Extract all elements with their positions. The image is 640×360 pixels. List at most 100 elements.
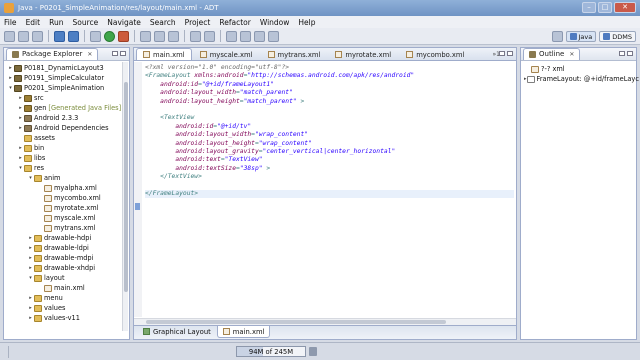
- tree-item[interactable]: ▸ drawable-xhdpi: [4, 263, 129, 273]
- expand-icon[interactable]: ▸: [17, 113, 24, 123]
- open-perspective-icon[interactable]: [551, 31, 563, 42]
- expand-icon[interactable]: ▸: [17, 93, 24, 103]
- new-icon[interactable]: [4, 30, 15, 42]
- external-tools-icon[interactable]: [118, 30, 129, 42]
- minimize-button[interactable]: –: [582, 2, 596, 13]
- expand-icon[interactable]: ▸: [17, 103, 24, 113]
- tree-item[interactable]: ▾ layout: [4, 273, 129, 283]
- tree-item[interactable]: ▸ P0191_SimpleCalculator: [4, 73, 129, 83]
- debug-icon[interactable]: [90, 30, 101, 42]
- tree-item[interactable]: ▸ drawable-hdpi: [4, 233, 129, 243]
- tree-item[interactable]: ▸ gen [Generated Java Files]: [4, 103, 129, 113]
- expand-icon[interactable]: ▸: [27, 243, 34, 253]
- expand-icon[interactable]: ▸: [27, 313, 34, 323]
- tree-scrollbar[interactable]: [122, 62, 128, 331]
- maximize-outline-icon[interactable]: [627, 51, 633, 56]
- expand-icon[interactable]: ▸: [7, 73, 14, 83]
- expand-icon[interactable]: ▸: [7, 63, 14, 73]
- tree-item[interactable]: main.xml: [4, 283, 129, 293]
- search-icon[interactable]: [204, 30, 215, 42]
- menu-run[interactable]: Run: [49, 18, 63, 27]
- editor-horizontal-scrollbar[interactable]: [134, 318, 516, 325]
- tree-item[interactable]: ▸ Android Dependencies: [4, 123, 129, 133]
- menu-search[interactable]: Search: [150, 18, 176, 27]
- tree-item[interactable]: ▸ drawable-mdpi: [4, 253, 129, 263]
- tree-item[interactable]: ▸ values-v11: [4, 313, 129, 323]
- expand-icon[interactable]: ▸: [27, 263, 34, 273]
- tree-scrollbar-thumb[interactable]: [124, 82, 128, 292]
- tree-item[interactable]: ▸ bin: [4, 143, 129, 153]
- tree-item[interactable]: ▸ menu: [4, 293, 129, 303]
- java-perspective-button[interactable]: Java: [565, 31, 597, 42]
- editor-horizontal-scrollbar-thumb[interactable]: [146, 320, 446, 324]
- graphical-layout-tab[interactable]: Graphical Layout: [137, 326, 217, 338]
- tree-item[interactable]: ▸ Android 2.3.3: [4, 113, 129, 123]
- expand-icon[interactable]: ▸: [27, 233, 34, 243]
- expand-icon[interactable]: ▸: [27, 293, 34, 303]
- back-icon[interactable]: [254, 30, 265, 42]
- garbage-collect-icon[interactable]: [309, 347, 317, 356]
- minimize-outline-icon[interactable]: [619, 51, 625, 56]
- close-outline-icon[interactable]: ✕: [569, 49, 574, 60]
- expand-icon[interactable]: ▸: [17, 153, 24, 163]
- menu-file[interactable]: File: [4, 18, 17, 27]
- run-icon[interactable]: [104, 30, 115, 42]
- editor-tab[interactable]: myrotate.xml: [328, 48, 398, 60]
- android-sdk-manager-icon[interactable]: [54, 30, 65, 42]
- expand-icon[interactable]: ▸: [27, 253, 34, 263]
- open-type-icon[interactable]: [190, 30, 201, 42]
- tree-item[interactable]: ▸ libs: [4, 153, 129, 163]
- tree-item[interactable]: mycombo.xml: [4, 193, 129, 203]
- save-icon[interactable]: [18, 30, 29, 42]
- tree-item[interactable]: myscale.xml: [4, 213, 129, 223]
- tree-item[interactable]: ▸ drawable-ldpi: [4, 243, 129, 253]
- close-button[interactable]: ✕: [614, 2, 636, 13]
- menu-refactor[interactable]: Refactor: [219, 18, 250, 27]
- previous-annotation-icon[interactable]: [240, 30, 251, 42]
- new-java-project-icon[interactable]: [140, 30, 151, 42]
- tree-item[interactable]: ▾ res: [4, 163, 129, 173]
- maximize-editor-icon[interactable]: [507, 51, 513, 56]
- editor-tab[interactable]: mytrans.xml: [261, 48, 328, 60]
- package-explorer-tab[interactable]: Package Explorer ✕: [6, 48, 99, 60]
- tree-item[interactable]: myrotate.xml: [4, 203, 129, 213]
- tree-item[interactable]: ▾ P0201_SimpleAnimation: [4, 83, 129, 93]
- minimize-editor-icon[interactable]: [499, 51, 505, 56]
- xml-source-editor[interactable]: <?xml version="1.0" encoding="utf-8"?> <F…: [134, 62, 516, 317]
- expand-icon[interactable]: ▸: [17, 143, 24, 153]
- maximize-button[interactable]: □: [598, 2, 612, 13]
- outline-item[interactable]: ▸ FrameLayout: @+id/frameLayc: [521, 74, 639, 84]
- tree-item[interactable]: ▸ P0181_DynamicLayout3: [4, 63, 129, 73]
- print-icon[interactable]: [32, 30, 43, 42]
- collapse-icon[interactable]: ▾: [17, 163, 24, 173]
- xml-source-tab[interactable]: main.xml: [216, 326, 271, 338]
- menu-project[interactable]: Project: [185, 18, 211, 27]
- editor-tab[interactable]: mycombo.xml: [399, 48, 471, 60]
- menu-edit[interactable]: Edit: [26, 18, 41, 27]
- tree-item[interactable]: myalpha.xml: [4, 183, 129, 193]
- next-annotation-icon[interactable]: [226, 30, 237, 42]
- outline-item[interactable]: ?-? xml: [521, 64, 636, 74]
- collapse-icon[interactable]: ▾: [7, 83, 14, 93]
- collapse-icon[interactable]: ▾: [27, 173, 34, 183]
- expand-icon[interactable]: ▸: [17, 123, 24, 133]
- forward-icon[interactable]: [268, 30, 279, 42]
- tree-item[interactable]: ▸ values: [4, 303, 129, 313]
- collapse-icon[interactable]: ▾: [27, 273, 34, 283]
- expand-icon[interactable]: ▸: [27, 303, 34, 313]
- tree-item[interactable]: assets: [4, 133, 129, 143]
- avd-manager-icon[interactable]: [68, 30, 79, 42]
- tree-item[interactable]: ▸ src: [4, 93, 129, 103]
- tree-item[interactable]: mytrans.xml: [4, 223, 129, 233]
- close-view-icon[interactable]: ✕: [87, 49, 92, 60]
- maximize-view-icon[interactable]: [120, 51, 126, 56]
- new-class-icon[interactable]: [168, 30, 179, 42]
- editor-tab[interactable]: main.xml: [136, 48, 192, 60]
- editor-tab[interactable]: myscale.xml: [193, 48, 260, 60]
- menu-window[interactable]: Window: [260, 18, 290, 27]
- minimize-view-icon[interactable]: [112, 51, 118, 56]
- ddms-perspective-button[interactable]: DDMS: [599, 31, 636, 42]
- tree-item[interactable]: ▾ anim: [4, 173, 129, 183]
- menu-help[interactable]: Help: [298, 18, 315, 27]
- new-package-icon[interactable]: [154, 30, 165, 42]
